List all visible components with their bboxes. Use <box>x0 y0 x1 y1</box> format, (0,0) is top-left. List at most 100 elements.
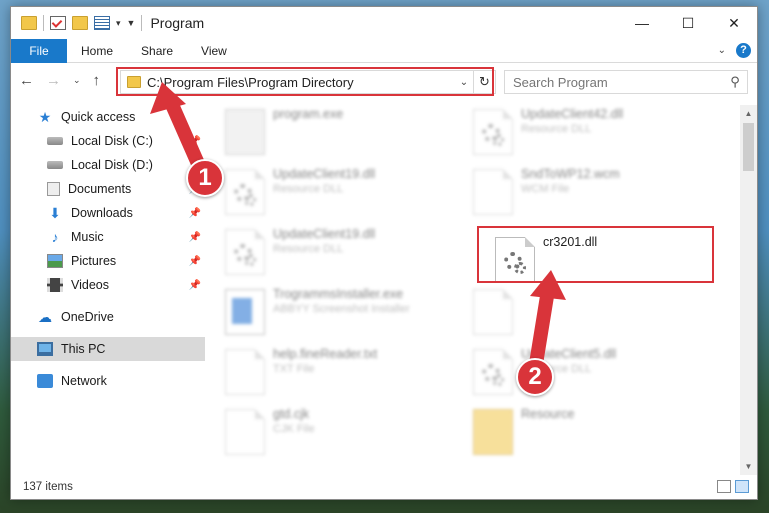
properties-check-icon[interactable] <box>50 16 66 30</box>
nav-item-pictures[interactable]: Pictures 📌 <box>11 249 205 273</box>
refresh-icon[interactable]: ↻ <box>473 71 495 93</box>
scroll-up-icon[interactable]: ▲ <box>740 105 757 122</box>
nav-item-local-disk-d[interactable]: Local Disk (D:) <box>11 153 205 177</box>
dll-icon <box>473 109 513 155</box>
file-list: program.exe UpdateClient42.dll Resource D… <box>205 105 741 475</box>
file-item-target-dll[interactable]: cr3201.dll <box>485 233 721 289</box>
navigation-pane: ★ Quick access Local Disk (C:) 📌 Local D… <box>11 105 205 475</box>
file-name: UpdateClient42.dll <box>521 107 624 121</box>
folder-icon[interactable] <box>21 16 37 30</box>
file-icon <box>225 409 265 455</box>
nav-item-label: Downloads <box>71 206 133 220</box>
disk-icon <box>47 161 63 169</box>
vertical-scrollbar[interactable]: ▲ ▼ <box>740 105 757 475</box>
nav-item-videos[interactable]: Videos 📌 <box>11 273 205 297</box>
help-icon[interactable]: ? <box>736 43 751 58</box>
maximize-button[interactable]: ☐ <box>665 7 711 39</box>
file-item[interactable]: UpdateClient42.dll Resource DLL <box>453 105 689 161</box>
nav-item-label: Pictures <box>71 254 117 268</box>
recent-locations-chevron-icon[interactable]: ⌄ <box>73 75 81 86</box>
file-item[interactable]: gtd.cjk CJK File <box>205 405 441 461</box>
nav-item-label: Quick access <box>61 110 136 124</box>
window-controls: — ☐ ✕ <box>619 7 757 39</box>
file-icon <box>473 289 513 335</box>
navigation-buttons: ← → ⌄ ↑ <box>19 72 100 89</box>
file-item[interactable]: UpdateClient5.dll Resource DLL <box>453 345 689 401</box>
forward-arrow-icon[interactable]: → <box>46 72 61 89</box>
file-type: Resource DLL <box>521 123 592 135</box>
quick-access-toolbar: ▾ ▼ <box>11 15 143 31</box>
nav-item-music[interactable]: ♪ Music 📌 <box>11 225 205 249</box>
expand-ribbon-icon[interactable]: ⌄ <box>718 45 726 56</box>
network-icon <box>37 374 53 388</box>
address-row: ← → ⌄ ↑ C:\Program Files\Program Directo… <box>11 64 757 100</box>
disk-icon <box>47 137 63 145</box>
callout-1: 1 <box>186 159 224 197</box>
back-arrow-icon[interactable]: ← <box>19 72 34 89</box>
nav-item-downloads[interactable]: ⬇ Downloads 📌 <box>11 201 205 225</box>
item-count: 137 items <box>23 481 73 493</box>
nav-item-label: This PC <box>61 342 106 356</box>
chevron-down-icon[interactable]: ▾ <box>116 18 121 29</box>
dll-icon <box>473 349 513 395</box>
view-buttons <box>717 480 749 493</box>
nav-item-documents[interactable]: Documents 📌 <box>11 177 205 201</box>
file-item[interactable]: UpdateClient19.dll Resource DLL <box>205 165 441 221</box>
nav-item-quick-access[interactable]: ★ Quick access <box>11 105 205 129</box>
scroll-thumb[interactable] <box>743 123 754 171</box>
file-type: TXT File <box>273 363 315 375</box>
dll-icon <box>225 169 265 215</box>
address-path[interactable]: C:\Program Files\Program Directory <box>147 75 455 90</box>
file-item[interactable]: program.exe <box>205 105 441 161</box>
pin-icon: 📌 <box>188 255 201 267</box>
large-icons-view-icon[interactable] <box>735 480 749 493</box>
file-name: help.fineReader.txt <box>273 347 378 361</box>
details-view-icon[interactable] <box>717 480 731 493</box>
tab-share[interactable]: Share <box>127 44 187 58</box>
file-item[interactable]: SndToWP12.wcm WCM File <box>453 165 689 221</box>
title-bar: ▾ ▼ Program — ☐ ✕ <box>11 7 757 39</box>
pin-icon: 📌 <box>188 279 201 291</box>
nav-item-network[interactable]: Network <box>11 369 205 393</box>
customize-toolbar-icon[interactable]: ▼ <box>127 18 136 28</box>
documents-icon <box>47 182 60 196</box>
up-arrow-icon[interactable]: ↑ <box>93 72 101 89</box>
nav-item-label: Documents <box>68 182 132 196</box>
pin-icon: 📌 <box>188 135 201 147</box>
nav-item-onedrive[interactable]: ☁ OneDrive <box>11 305 205 329</box>
pin-icon: 📌 <box>188 207 201 219</box>
nav-item-label: Local Disk (D:) <box>71 158 153 172</box>
window-title: Program <box>150 15 205 31</box>
pin-icon: 📌 <box>188 231 201 243</box>
scroll-down-icon[interactable]: ▼ <box>740 458 757 475</box>
nav-item-label: Music <box>71 230 104 244</box>
file-name: TrogrammsInstaller.exe <box>273 287 404 301</box>
search-input[interactable] <box>513 74 713 90</box>
nav-item-local-disk-c[interactable]: Local Disk (C:) 📌 <box>11 129 205 153</box>
file-item[interactable]: Resource <box>453 405 689 461</box>
properties-icon[interactable] <box>94 16 110 30</box>
nav-item-this-pc[interactable]: This PC <box>11 337 205 361</box>
address-bar[interactable]: C:\Program Files\Program Directory ⌄ ↻ <box>120 70 496 94</box>
nav-item-label: Videos <box>71 278 109 292</box>
file-item[interactable]: help.fineReader.txt TXT File <box>205 345 441 401</box>
close-button[interactable]: ✕ <box>711 7 757 39</box>
tab-home[interactable]: Home <box>67 44 127 58</box>
file-item[interactable]: TrogrammsInstaller.exe ABBYY Screenshot I… <box>205 285 441 341</box>
dll-icon <box>225 229 265 275</box>
videos-icon <box>47 278 63 292</box>
new-folder-icon[interactable] <box>72 16 88 30</box>
file-name: SndToWP12.wcm <box>521 167 620 181</box>
minimize-button[interactable]: — <box>619 7 665 39</box>
file-type: WCM File <box>521 183 570 195</box>
this-pc-icon <box>37 342 53 356</box>
search-icon[interactable]: ⚲ <box>723 74 747 90</box>
file-item[interactable] <box>453 285 689 341</box>
file-item[interactable]: UpdateClient19.dll Resource DLL <box>205 225 441 281</box>
file-name: Resource <box>521 407 575 421</box>
tab-view[interactable]: View <box>187 44 241 58</box>
tab-file[interactable]: File <box>11 38 67 63</box>
chevron-down-icon[interactable]: ⌄ <box>455 77 473 88</box>
search-box[interactable]: ⚲ <box>504 70 748 94</box>
file-name: gtd.cjk <box>273 407 310 421</box>
